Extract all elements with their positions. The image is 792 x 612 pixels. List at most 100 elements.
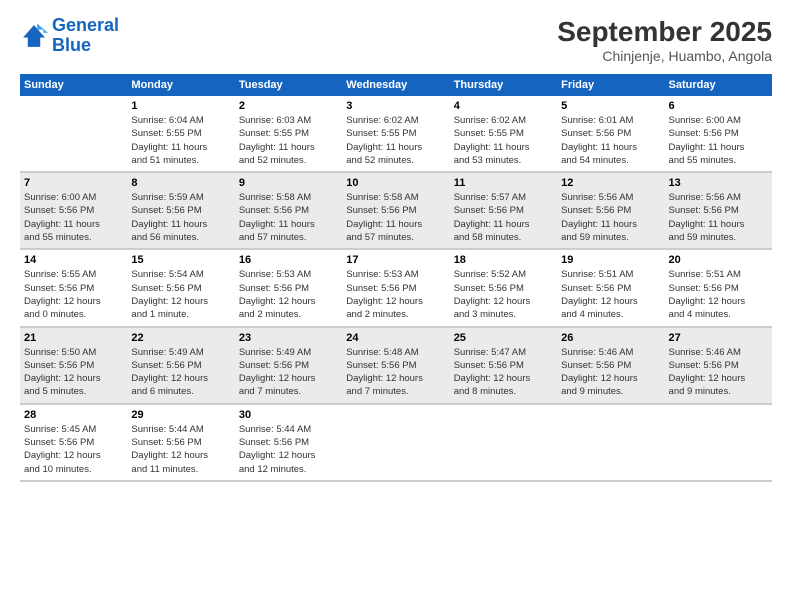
day-number: 29	[131, 409, 230, 421]
day-number: 24	[346, 332, 445, 344]
table-row: 24 Sunrise: 5:48 AM Sunset: 5:56 PM Dayli…	[342, 327, 449, 404]
day-info: Sunrise: 6:02 AM Sunset: 5:55 PM Dayligh…	[346, 114, 445, 167]
calendar-table: Sunday Monday Tuesday Wednesday Thursday…	[20, 74, 772, 482]
day-info: Sunrise: 5:44 AM Sunset: 5:56 PM Dayligh…	[131, 423, 230, 476]
day-info: Sunrise: 5:46 AM Sunset: 5:56 PM Dayligh…	[669, 346, 768, 399]
table-row: 28 Sunrise: 5:45 AM Sunset: 5:56 PM Dayli…	[20, 404, 127, 481]
table-row: 4 Sunrise: 6:02 AM Sunset: 5:55 PM Daylig…	[450, 96, 557, 172]
col-thursday: Thursday	[450, 74, 557, 96]
day-number: 19	[561, 254, 660, 266]
subtitle: Chinjenje, Huambo, Angola	[557, 48, 772, 64]
table-row: 19 Sunrise: 5:51 AM Sunset: 5:56 PM Dayli…	[557, 249, 664, 326]
table-row: 22Sunrise: 5:49 AM Sunset: 5:56 PM Dayli…	[127, 327, 234, 404]
table-row: 14 Sunrise: 5:55 AM Sunset: 5:56 PM Dayli…	[20, 249, 127, 326]
table-row: 29 Sunrise: 5:44 AM Sunset: 5:56 PM Dayli…	[127, 404, 234, 481]
table-row: 5 Sunrise: 6:01 AM Sunset: 5:56 PM Daylig…	[557, 96, 664, 172]
table-row: 17 Sunrise: 5:53 AM Sunset: 5:56 PM Dayli…	[342, 249, 449, 326]
day-number: 23	[239, 332, 338, 344]
day-info: Sunrise: 6:00 AM Sunset: 5:56 PM Dayligh…	[669, 114, 768, 167]
table-row: 12Sunrise: 5:56 AM Sunset: 5:56 PM Dayli…	[557, 172, 664, 249]
table-row: 13 Sunrise: 5:56 AM Sunset: 5:56 PM Dayli…	[665, 172, 772, 249]
table-row: 15 Sunrise: 5:54 AM Sunset: 5:56 PM Dayli…	[127, 249, 234, 326]
day-info: Sunrise: 5:58 AM Sunset: 5:56 PM Dayligh…	[239, 191, 338, 244]
day-info: Sunrise: 5:45 AM Sunset: 5:56 PM Dayligh…	[24, 423, 123, 476]
day-info: Sunrise: 5:51 AM Sunset: 5:56 PM Dayligh…	[669, 268, 768, 321]
table-row	[665, 404, 772, 481]
table-row: 30 Sunrise: 5:44 AM Sunset: 5:56 PM Dayli…	[235, 404, 342, 481]
table-row: 1 Sunrise: 6:04 AM Sunset: 5:55 PM Daylig…	[127, 96, 234, 172]
day-info: Sunrise: 6:03 AM Sunset: 5:55 PM Dayligh…	[239, 114, 338, 167]
day-info: Sunrise: 6:02 AM Sunset: 5:55 PM Dayligh…	[454, 114, 553, 167]
day-info: Sunrise: 5:53 AM Sunset: 5:56 PM Dayligh…	[346, 268, 445, 321]
table-row: 16Sunrise: 5:53 AM Sunset: 5:56 PM Dayli…	[235, 249, 342, 326]
day-number: 20	[669, 254, 768, 266]
day-info: Sunrise: 5:48 AM Sunset: 5:56 PM Dayligh…	[346, 346, 445, 399]
day-info: Sunrise: 5:55 AM Sunset: 5:56 PM Dayligh…	[24, 268, 123, 321]
calendar-week-row: 1 Sunrise: 6:04 AM Sunset: 5:55 PM Daylig…	[20, 96, 772, 172]
table-row: 26Sunrise: 5:46 AM Sunset: 5:56 PM Dayli…	[557, 327, 664, 404]
col-monday: Monday	[127, 74, 234, 96]
col-sunday: Sunday	[20, 74, 127, 96]
title-block: September 2025 Chinjenje, Huambo, Angola	[557, 16, 772, 64]
day-number: 7	[24, 177, 123, 189]
day-number: 21	[24, 332, 123, 344]
calendar-page: General Blue September 2025 Chinjenje, H…	[0, 0, 792, 612]
day-number: 5	[561, 100, 660, 112]
day-number: 4	[454, 100, 553, 112]
table-row: 3 Sunrise: 6:02 AM Sunset: 5:55 PM Daylig…	[342, 96, 449, 172]
day-info: Sunrise: 6:01 AM Sunset: 5:56 PM Dayligh…	[561, 114, 660, 167]
calendar-week-row: 21 Sunrise: 5:50 AM Sunset: 5:56 PM Dayli…	[20, 327, 772, 404]
day-info: Sunrise: 5:49 AM Sunset: 5:56 PM Dayligh…	[131, 346, 230, 399]
day-number: 2	[239, 100, 338, 112]
day-number: 17	[346, 254, 445, 266]
day-info: Sunrise: 5:46 AM Sunset: 5:56 PM Dayligh…	[561, 346, 660, 399]
day-number: 10	[346, 177, 445, 189]
calendar-week-row: 7 Sunrise: 6:00 AM Sunset: 5:56 PM Daylig…	[20, 172, 772, 249]
day-info: Sunrise: 5:47 AM Sunset: 5:56 PM Dayligh…	[454, 346, 553, 399]
day-number: 1	[131, 100, 230, 112]
table-row: 2 Sunrise: 6:03 AM Sunset: 5:55 PM Daylig…	[235, 96, 342, 172]
day-number: 14	[24, 254, 123, 266]
table-row	[450, 404, 557, 481]
day-number: 13	[669, 177, 768, 189]
table-row: 7 Sunrise: 6:00 AM Sunset: 5:56 PM Daylig…	[20, 172, 127, 249]
logo-text: General Blue	[52, 16, 119, 56]
col-friday: Friday	[557, 74, 664, 96]
table-row	[342, 404, 449, 481]
day-info: Sunrise: 5:51 AM Sunset: 5:56 PM Dayligh…	[561, 268, 660, 321]
day-info: Sunrise: 5:49 AM Sunset: 5:56 PM Dayligh…	[239, 346, 338, 399]
day-number: 28	[24, 409, 123, 421]
day-info: Sunrise: 5:50 AM Sunset: 5:56 PM Dayligh…	[24, 346, 123, 399]
table-row: 9Sunrise: 5:58 AM Sunset: 5:56 PM Daylig…	[235, 172, 342, 249]
table-row	[557, 404, 664, 481]
day-info: Sunrise: 5:52 AM Sunset: 5:56 PM Dayligh…	[454, 268, 553, 321]
day-info: Sunrise: 5:56 AM Sunset: 5:56 PM Dayligh…	[669, 191, 768, 244]
day-number: 8	[131, 177, 230, 189]
day-info: Sunrise: 6:00 AM Sunset: 5:56 PM Dayligh…	[24, 191, 123, 244]
col-tuesday: Tuesday	[235, 74, 342, 96]
day-info: Sunrise: 5:59 AM Sunset: 5:56 PM Dayligh…	[131, 191, 230, 244]
day-info: Sunrise: 5:44 AM Sunset: 5:56 PM Dayligh…	[239, 423, 338, 476]
logo-blue: Blue	[52, 36, 119, 56]
day-number: 30	[239, 409, 338, 421]
table-row: 23 Sunrise: 5:49 AM Sunset: 5:56 PM Dayli…	[235, 327, 342, 404]
calendar-week-row: 14 Sunrise: 5:55 AM Sunset: 5:56 PM Dayli…	[20, 249, 772, 326]
day-number: 6	[669, 100, 768, 112]
day-number: 18	[454, 254, 553, 266]
day-info: Sunrise: 5:54 AM Sunset: 5:56 PM Dayligh…	[131, 268, 230, 321]
table-row: 27 Sunrise: 5:46 AM Sunset: 5:56 PM Dayli…	[665, 327, 772, 404]
day-number: 12	[561, 177, 660, 189]
calendar-week-row: 28 Sunrise: 5:45 AM Sunset: 5:56 PM Dayli…	[20, 404, 772, 481]
logo-icon	[20, 22, 48, 50]
col-wednesday: Wednesday	[342, 74, 449, 96]
main-title: September 2025	[557, 16, 772, 48]
col-saturday: Saturday	[665, 74, 772, 96]
day-number: 15	[131, 254, 230, 266]
day-number: 11	[454, 177, 553, 189]
day-number: 27	[669, 332, 768, 344]
day-info: Sunrise: 6:04 AM Sunset: 5:55 PM Dayligh…	[131, 114, 230, 167]
day-number: 3	[346, 100, 445, 112]
table-row: 11Sunrise: 5:57 AM Sunset: 5:56 PM Dayli…	[450, 172, 557, 249]
day-info: Sunrise: 5:58 AM Sunset: 5:56 PM Dayligh…	[346, 191, 445, 244]
header-row: Sunday Monday Tuesday Wednesday Thursday…	[20, 74, 772, 96]
